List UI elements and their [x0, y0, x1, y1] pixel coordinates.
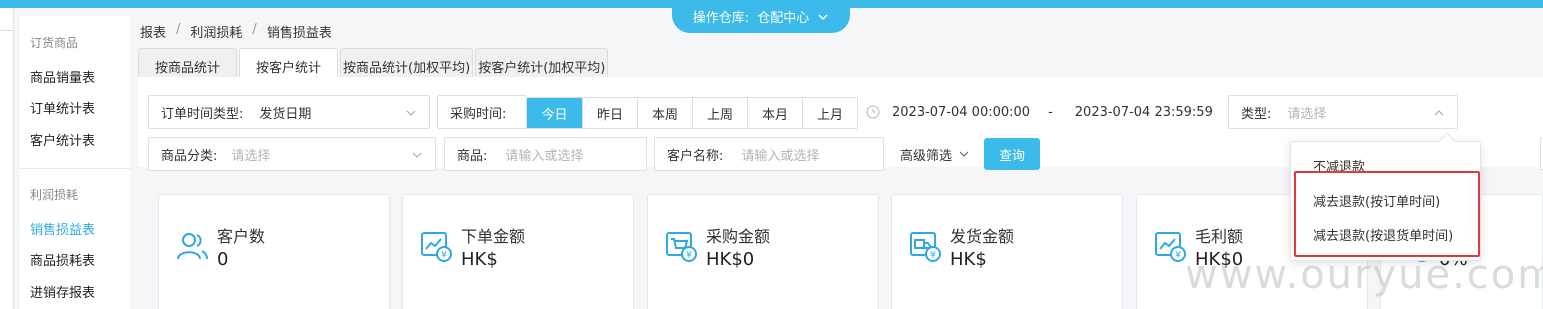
- summary-card: ¥ 下单金额 HK$: [402, 194, 634, 309]
- type-label: 类型:: [1241, 106, 1272, 122]
- product-label: 商品:: [457, 148, 488, 164]
- sidebar-item-inventory-report[interactable]: 进销存报表: [20, 282, 95, 301]
- svg-text:¥: ¥: [686, 251, 692, 261]
- card-value: HK$: [461, 249, 498, 270]
- order-time-type-label: 订单时间类型:: [161, 106, 244, 122]
- sidebar-divider: [20, 168, 130, 169]
- breadcrumb-item: 销售损益表: [266, 26, 332, 41]
- type-select[interactable]: 类型: 请选择: [1228, 95, 1458, 129]
- category-select[interactable]: 商品分类: 请选择: [148, 137, 436, 171]
- chevron-down-icon: [406, 110, 416, 116]
- sidebar-item-customer-stats[interactable]: 客户统计表: [20, 130, 95, 149]
- card-title: 下单金额: [461, 227, 526, 246]
- collapsed-nav-strip: [0, 8, 14, 309]
- chevron-down-icon: [412, 152, 422, 158]
- sidebar-item-order-stats[interactable]: 订单统计表: [20, 98, 95, 117]
- breadcrumb-item[interactable]: 报表: [140, 22, 166, 41]
- sidebar-group-title: 利润损耗: [30, 188, 79, 202]
- range-today-button[interactable]: 今日: [527, 98, 582, 128]
- range-this-week-button[interactable]: 本周: [637, 98, 692, 128]
- chevron-down-icon: [959, 151, 969, 157]
- range-yesterday-button[interactable]: 昨日: [582, 98, 637, 128]
- svg-text:¥: ¥: [930, 251, 936, 261]
- product-placeholder: 请输入或选择: [505, 148, 584, 164]
- date-range-end[interactable]: 2023-07-04 23:59:59: [1075, 105, 1213, 120]
- card-value: HK$: [950, 249, 987, 270]
- breadcrumb-item[interactable]: 利润损耗: [190, 22, 242, 41]
- card-title: 客户数: [217, 227, 266, 246]
- breadcrumb: 报表 / 利润损耗 / 销售损益表: [140, 22, 332, 41]
- advanced-filter-toggle[interactable]: 高级筛选: [900, 138, 970, 170]
- chevron-up-icon: [1434, 110, 1444, 116]
- order-time-type-select[interactable]: 订单时间类型: 发货日期: [148, 95, 430, 129]
- watermark: www.ouryue.com: [1185, 252, 1543, 298]
- type-option-refund-by-return-time[interactable]: 减去退款(按退货单时间): [1291, 219, 1482, 249]
- date-range-picker[interactable]: 2023-07-04 00:00:00 - 2023-07-04 23:59:5…: [860, 95, 1218, 129]
- cart-money-icon: ¥: [666, 232, 697, 262]
- truck-money-icon: ¥: [910, 232, 941, 262]
- customer-name-input[interactable]: 客户名称: 请输入或选择: [654, 137, 884, 171]
- date-range-separator: -: [1048, 104, 1053, 120]
- purchase-time-label: 采购时间:: [450, 106, 507, 122]
- type-dropdown-menu: 不减退款 减去退款(按订单时间) 减去退款(按退货单时间): [1290, 132, 1482, 261]
- order-time-type-value: 发货日期: [259, 106, 312, 122]
- sidebar-item-sales-volume[interactable]: 商品销量表: [20, 67, 95, 86]
- card-title: 发货金额: [950, 227, 1015, 246]
- purchase-time-segmented: 今日 昨日 本周 上周 本月 上月: [526, 97, 858, 129]
- type-option-no-refund[interactable]: 不减退款: [1291, 150, 1482, 180]
- summary-card: ¥ 采购金额 HK$0: [647, 194, 879, 309]
- purchase-time-field: 采购时间:: [437, 95, 527, 129]
- summary-card: ¥ 发货金额 HK$: [891, 194, 1123, 309]
- chart-money-icon: ¥: [1155, 232, 1186, 262]
- svg-text:¥: ¥: [441, 251, 447, 261]
- card-value: 0: [217, 249, 229, 270]
- range-last-month-button[interactable]: 上月: [802, 98, 857, 128]
- type-option-refund-by-order-time[interactable]: 减去退款(按订单时间): [1291, 185, 1482, 215]
- customer-name-placeholder: 请输入或选择: [741, 148, 820, 164]
- card-title: 毛利额: [1195, 227, 1244, 246]
- card-title: 采购金额: [706, 227, 771, 246]
- chart-money-icon: ¥: [421, 232, 452, 262]
- users-icon: [177, 233, 208, 260]
- query-button[interactable]: 查询: [984, 138, 1040, 170]
- range-this-month-button[interactable]: 本月: [747, 98, 802, 128]
- sidebar: 订货商品 商品销量表 订单统计表 客户统计表 利润损耗 销售损益表 商品损耗表 …: [20, 16, 130, 309]
- advanced-filter-label: 高级筛选: [900, 148, 953, 164]
- product-input[interactable]: 商品: 请输入或选择: [444, 137, 647, 171]
- category-placeholder: 请选择: [231, 148, 271, 164]
- date-range-start[interactable]: 2023-07-04 00:00:00: [892, 105, 1030, 120]
- sidebar-item-sales-profit-loss[interactable]: 销售损益表: [20, 219, 95, 238]
- customer-name-label: 客户名称:: [667, 148, 724, 164]
- svg-text:¥: ¥: [1175, 251, 1181, 261]
- category-label: 商品分类:: [161, 148, 218, 164]
- sidebar-item-product-loss[interactable]: 商品损耗表: [20, 250, 95, 269]
- type-placeholder: 请选择: [1287, 106, 1327, 122]
- clock-icon: [866, 105, 880, 119]
- card-value: HK$0: [706, 249, 755, 270]
- summary-card: 客户数 0: [158, 194, 390, 309]
- sidebar-group-title: 订货商品: [30, 36, 79, 50]
- range-last-week-button[interactable]: 上周: [692, 98, 747, 128]
